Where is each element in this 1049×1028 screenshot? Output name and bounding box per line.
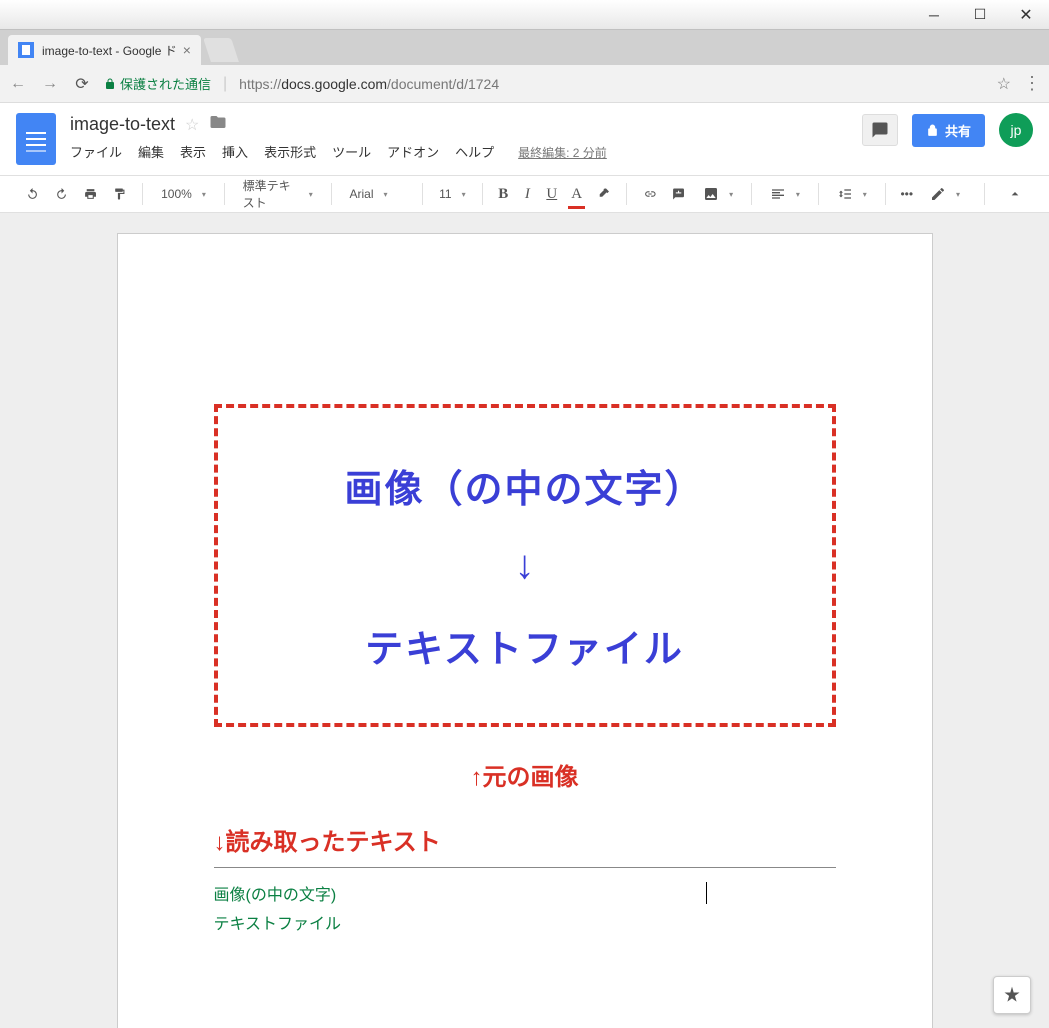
menu-edit[interactable]: 編集 <box>138 142 164 161</box>
paragraph-style-select[interactable]: 標準テキスト <box>235 173 321 215</box>
collapse-toolbar-icon[interactable] <box>1001 182 1029 206</box>
minimize-button[interactable]: ─ <box>911 0 957 30</box>
share-button[interactable]: 共有 <box>912 114 985 147</box>
address-bar: ← → ⟳ 保護された通信 | https://docs.google.com/… <box>0 65 1049 103</box>
url-field[interactable]: https://docs.google.com/document/d/1724 <box>239 76 984 92</box>
font-size-select[interactable]: 11 <box>432 183 472 205</box>
menu-help[interactable]: ヘルプ <box>455 142 494 161</box>
insert-comment-icon[interactable] <box>666 182 691 206</box>
bookmark-star-icon[interactable]: ☆ <box>997 74 1011 94</box>
account-avatar[interactable]: jp <box>999 113 1033 147</box>
italic-button[interactable]: I <box>517 182 537 207</box>
font-select[interactable]: Arial <box>342 183 412 205</box>
browser-menu-icon[interactable]: ⋮ <box>1023 73 1041 94</box>
zoom-select[interactable]: 100% <box>153 183 214 205</box>
print-icon[interactable] <box>78 182 103 206</box>
embedded-image[interactable]: 画像（の中の文字） ↓ テキストファイル <box>214 404 836 727</box>
insert-image-icon[interactable] <box>695 182 741 206</box>
window-titlebar: ─ ☐ ✕ <box>0 0 1049 30</box>
caption-original-image[interactable]: ↑元の画像 <box>214 757 836 792</box>
redo-icon[interactable] <box>49 182 74 206</box>
caption-read-text[interactable]: ↓読み取ったテキスト <box>214 822 836 857</box>
image-text-line2: テキストファイル <box>238 618 812 673</box>
docs-logo-icon[interactable] <box>16 113 56 165</box>
comments-button[interactable] <box>862 114 898 146</box>
align-icon[interactable] <box>762 182 808 206</box>
share-label: 共有 <box>945 121 971 140</box>
text-color-button[interactable]: A <box>566 182 587 207</box>
ocr-result-line2[interactable]: テキストファイル <box>214 911 836 940</box>
close-button[interactable]: ✕ <box>1003 0 1049 30</box>
more-tools-button[interactable]: ••• <box>896 183 918 205</box>
explore-button[interactable] <box>993 976 1031 1014</box>
image-arrow: ↓ <box>238 543 812 588</box>
addr-divider: | <box>223 75 227 93</box>
text-cursor <box>706 882 707 904</box>
document-canvas[interactable]: 画像（の中の文字） ↓ テキストファイル ↑元の画像 ↓読み取ったテキスト 画像… <box>0 213 1049 1028</box>
move-folder-icon[interactable] <box>209 113 227 136</box>
reload-icon[interactable]: ⟳ <box>72 74 92 94</box>
tab-close-icon[interactable]: × <box>183 42 191 58</box>
menu-addons[interactable]: アドオン <box>387 142 439 161</box>
horizontal-rule <box>214 867 836 868</box>
line-spacing-icon[interactable] <box>829 182 875 206</box>
paint-format-icon[interactable] <box>107 182 132 206</box>
browser-tabstrip: image-to-text - Google ド × <box>0 30 1049 65</box>
highlight-color-icon[interactable] <box>591 182 616 206</box>
star-document-icon[interactable]: ☆ <box>185 115 199 135</box>
bold-button[interactable]: B <box>493 182 513 207</box>
undo-icon[interactable] <box>20 182 45 206</box>
last-edit-label[interactable]: 最終編集: 2 分前 <box>518 144 607 161</box>
ocr-result-line1[interactable]: 画像(の中の文字) <box>214 882 836 911</box>
menu-tools[interactable]: ツール <box>332 142 371 161</box>
docs-menubar: ファイル 編集 表示 挿入 表示形式 ツール アドオン ヘルプ 最終編集: 2 … <box>70 142 607 161</box>
docs-title-area: image-to-text ☆ ファイル 編集 表示 挿入 表示形式 ツール ア… <box>70 113 607 161</box>
insert-link-icon[interactable] <box>637 182 662 206</box>
document-page[interactable]: 画像（の中の文字） ↓ テキストファイル ↑元の画像 ↓読み取ったテキスト 画像… <box>117 233 933 1028</box>
back-icon[interactable]: ← <box>8 75 28 93</box>
document-title[interactable]: image-to-text <box>70 114 175 135</box>
docs-header: image-to-text ☆ ファイル 編集 表示 挿入 表示形式 ツール ア… <box>0 103 1049 165</box>
tab-title: image-to-text - Google ド <box>42 42 177 59</box>
new-tab-button[interactable] <box>203 38 239 62</box>
underline-button[interactable]: U <box>541 182 562 207</box>
docs-favicon-icon <box>18 42 34 58</box>
forward-icon[interactable]: → <box>40 75 60 93</box>
secure-lock-icon: 保護された通信 <box>104 74 211 93</box>
secure-label: 保護された通信 <box>120 74 211 93</box>
menu-view[interactable]: 表示 <box>180 142 206 161</box>
browser-tab[interactable]: image-to-text - Google ド × <box>8 35 201 65</box>
editing-mode-icon[interactable] <box>922 182 968 206</box>
maximize-button[interactable]: ☐ <box>957 0 1003 30</box>
menu-format[interactable]: 表示形式 <box>264 142 316 161</box>
menu-file[interactable]: ファイル <box>70 142 122 161</box>
format-toolbar: 100% 標準テキスト Arial 11 B I U A ••• <box>0 175 1049 213</box>
image-text-line1: 画像（の中の文字） <box>238 458 812 513</box>
menu-insert[interactable]: 挿入 <box>222 142 248 161</box>
docs-header-right: 共有 jp <box>862 113 1033 147</box>
